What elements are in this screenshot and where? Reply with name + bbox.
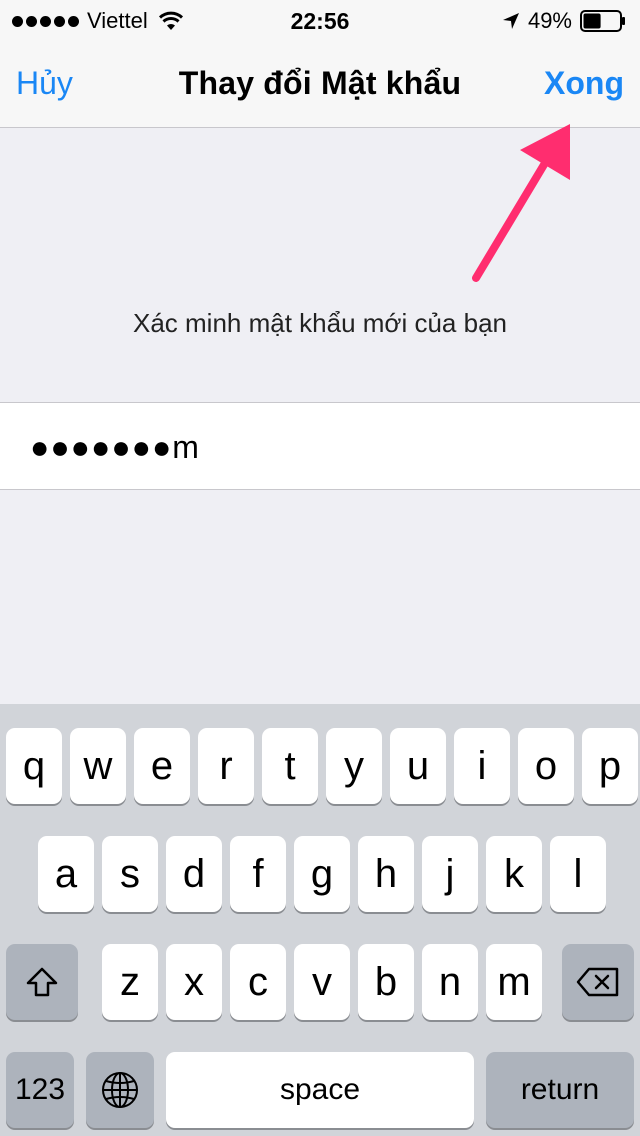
key-l[interactable]: l [550, 836, 606, 912]
key-t[interactable]: t [262, 728, 318, 804]
navigation-bar: Hủy Thay đổi Mật khẩu Xong [0, 40, 640, 128]
done-button[interactable]: Xong [544, 65, 624, 102]
key-m[interactable]: m [486, 944, 542, 1020]
key-f[interactable]: f [230, 836, 286, 912]
key-d[interactable]: d [166, 836, 222, 912]
key-u[interactable]: u [390, 728, 446, 804]
key-y[interactable]: y [326, 728, 382, 804]
key-w[interactable]: w [70, 728, 126, 804]
shift-icon [26, 967, 58, 997]
key-j[interactable]: j [422, 836, 478, 912]
delete-icon [576, 967, 619, 997]
location-arrow-icon [502, 13, 519, 29]
battery-icon [580, 10, 625, 32]
key-g[interactable]: g [294, 836, 350, 912]
key-v[interactable]: v [294, 944, 350, 1020]
status-right: 49% [502, 8, 626, 34]
key-z[interactable]: z [102, 944, 158, 1020]
return-key[interactable]: return [486, 1052, 634, 1128]
key-s[interactable]: s [102, 836, 158, 912]
globe-icon [102, 1072, 138, 1108]
status-bar: Viettel 22:56 49% [0, 0, 640, 40]
key-n[interactable]: n [422, 944, 478, 1020]
battery-percent: 49% [527, 8, 572, 33]
key-q[interactable]: q [6, 728, 62, 804]
key-r[interactable]: r [198, 728, 254, 804]
key-a[interactable]: a [38, 836, 94, 912]
password-value: ●●●●●●●m [30, 429, 200, 465]
key-b[interactable]: b [358, 944, 414, 1020]
verify-password-prompt: Xác minh mật khẩu mới của bạn [132, 308, 507, 338]
key-i[interactable]: i [454, 728, 510, 804]
key-c[interactable]: c [230, 944, 286, 1020]
space-key[interactable]: space [166, 1052, 474, 1128]
password-field[interactable]: ●●●●●●●m [0, 402, 640, 490]
shift-key[interactable] [6, 944, 78, 1020]
keyboard: qwertyuiop asdfghjkl zxcvbnm 123 space r… [0, 704, 640, 1136]
key-h[interactable]: h [358, 836, 414, 912]
key-e[interactable]: e [134, 728, 190, 804]
key-x[interactable]: x [166, 944, 222, 1020]
globe-key[interactable] [86, 1052, 154, 1128]
delete-key[interactable] [562, 944, 634, 1020]
numbers-key[interactable]: 123 [6, 1052, 74, 1128]
key-p[interactable]: p [582, 728, 638, 804]
key-k[interactable]: k [486, 836, 542, 912]
key-o[interactable]: o [518, 728, 574, 804]
